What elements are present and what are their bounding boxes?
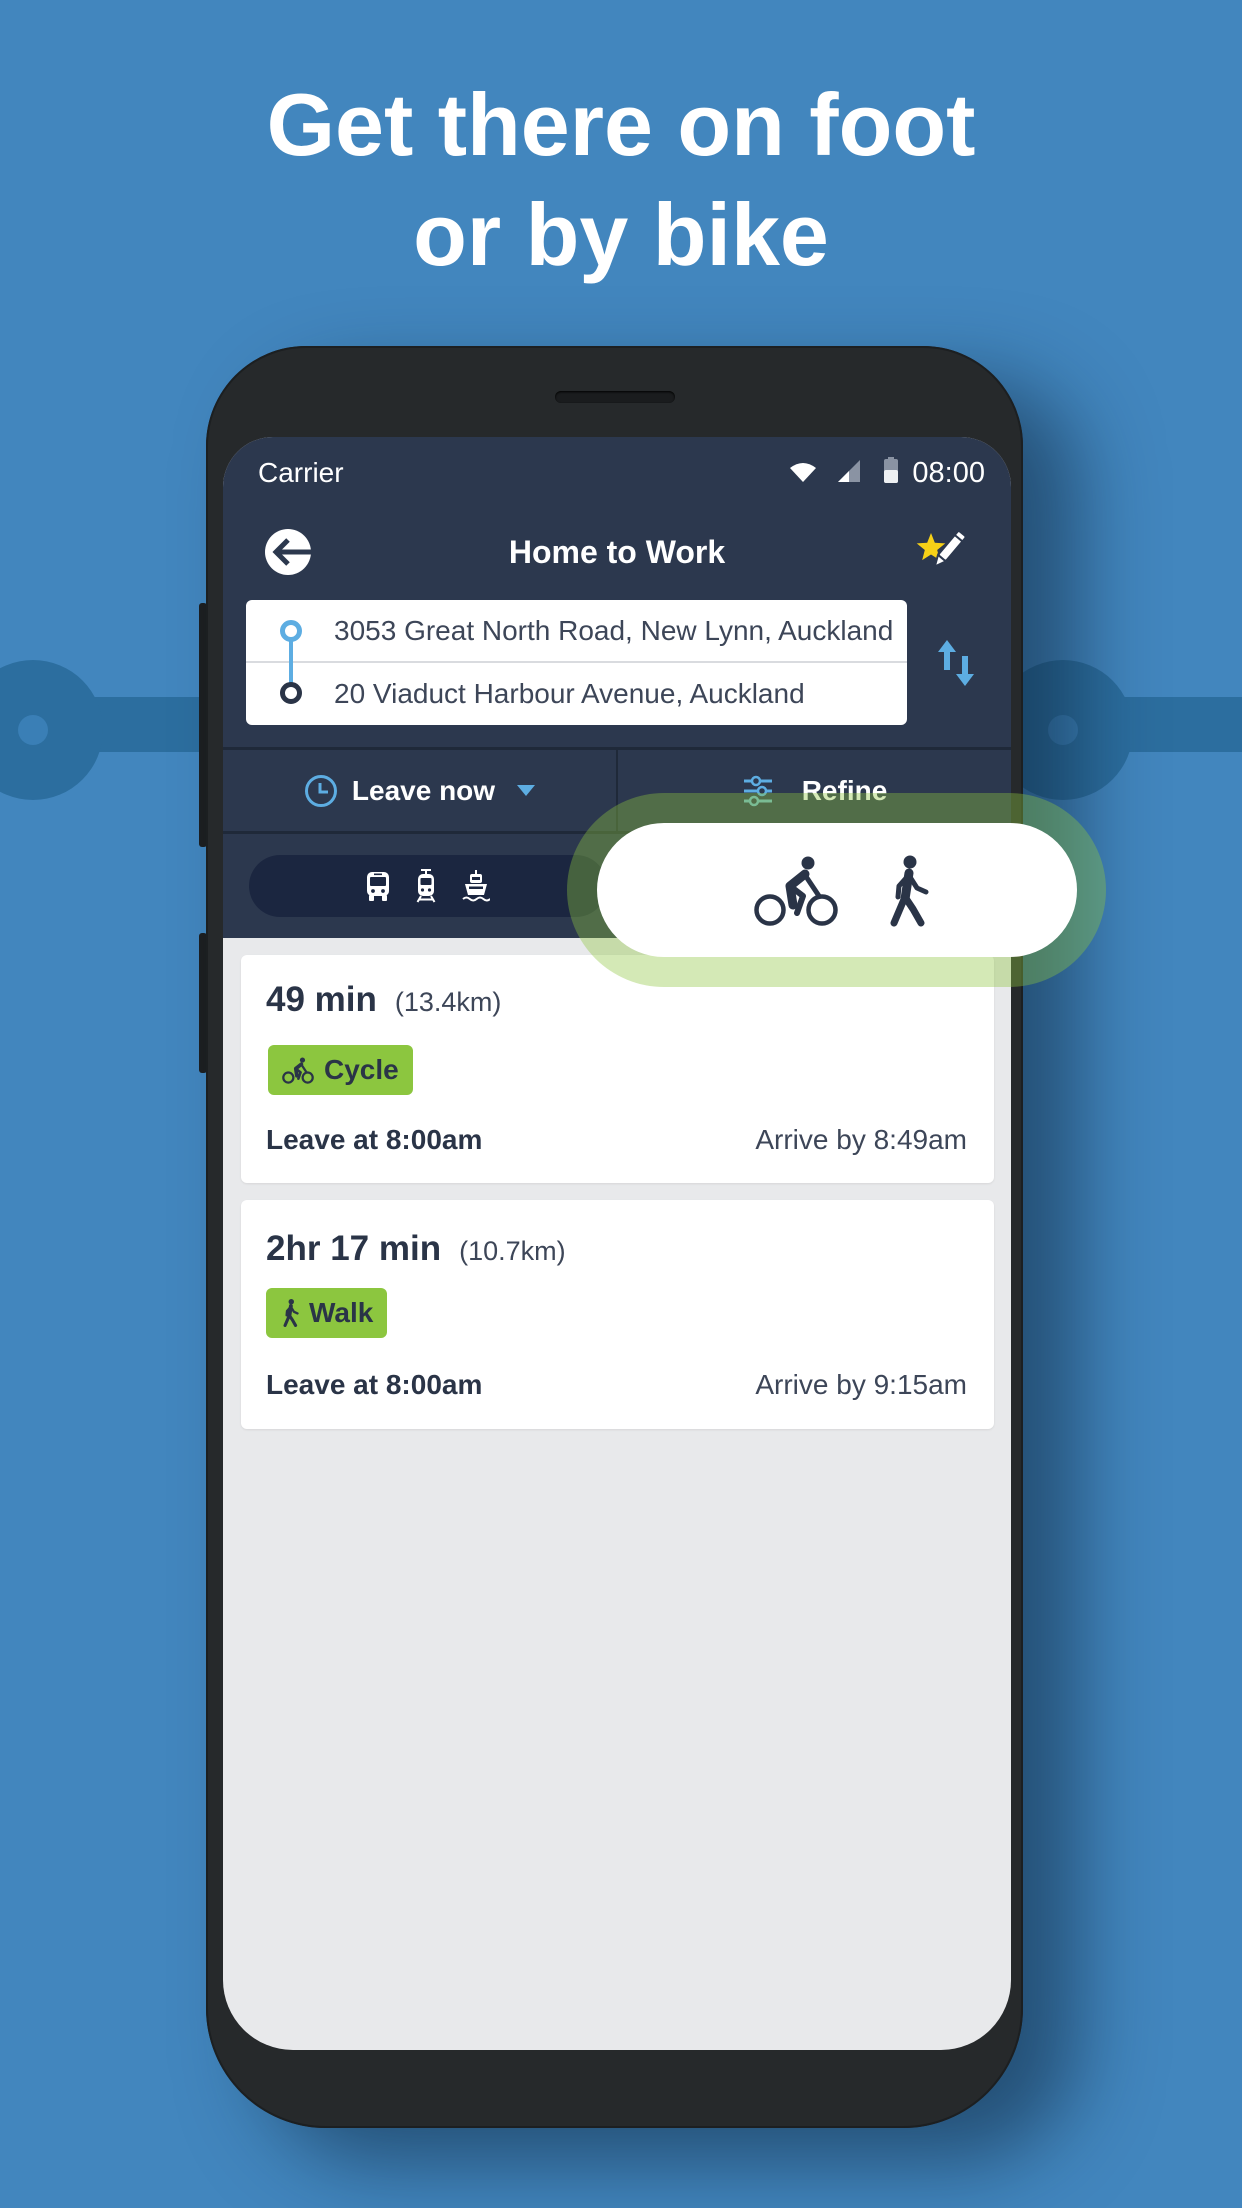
leave-time: Leave at 8:00am [266, 1124, 483, 1155]
mode-badge-label: Walk [309, 1297, 374, 1328]
title-bar: Home to Work [223, 516, 1011, 588]
star-pencil-icon [916, 530, 967, 569]
journey-duration: 49 min [266, 980, 377, 1019]
chevron-down-icon [517, 784, 536, 796]
battery-icon [884, 456, 899, 490]
cell-signal-icon [838, 457, 861, 489]
journey-duration: 2hr 17 min [266, 1229, 442, 1268]
wifi-icon [790, 457, 817, 489]
journey-summary: 2hr 17 min (10.7km) [266, 1226, 566, 1272]
status-icons: 08:00 [790, 456, 985, 490]
journey-summary: 49 min (13.4km) [266, 977, 501, 1023]
carrier-label: Carrier [258, 457, 344, 488]
journey-distance: (13.4km) [394, 987, 502, 1017]
mode-badge-label: Cycle [324, 1054, 399, 1085]
mode-badge: Walk [266, 1288, 388, 1338]
headline-line-1: Get there on foot [266, 75, 976, 174]
bus-icon [367, 872, 389, 901]
destination-field[interactable]: 20 Viaduct Harbour Avenue, Auckland [246, 663, 907, 725]
walking-icon [283, 1299, 299, 1327]
leave-time: Leave at 8:00am [266, 1369, 483, 1400]
journey-distance: (10.7km) [459, 1236, 566, 1266]
active-modes-toggle[interactable] [597, 823, 1077, 957]
swap-route-button[interactable] [938, 640, 974, 686]
train-icon [416, 869, 436, 903]
ferry-icon [462, 870, 490, 902]
status-bar: Carrier 08:00 [223, 437, 1011, 509]
mode-badge: Cycle [268, 1045, 413, 1095]
leave-now-label: Leave now [351, 774, 496, 806]
decor-route-stop-left [0, 660, 103, 800]
route-inputs: 3053 Great North Road, New Lynn, Aucklan… [246, 600, 907, 725]
phone-speaker [555, 391, 675, 403]
journey-result-card[interactable]: 49 min (13.4km) Cycle Leave at 8:00am Arr… [241, 955, 994, 1183]
swap-arrows-icon [938, 640, 974, 686]
origin-field[interactable]: 3053 Great North Road, New Lynn, Aucklan… [246, 600, 907, 663]
journey-times: Leave at 8:00am Arrive by 9:15am [266, 1365, 967, 1405]
walking-icon [890, 855, 929, 927]
bicycle-icon [282, 1056, 314, 1084]
decor-stop-hole [18, 715, 48, 745]
headline: Get there on foot or by bike [0, 70, 1242, 290]
transit-modes-toggle[interactable] [249, 855, 607, 917]
origin-marker-icon [280, 620, 302, 642]
arrive-time: Arrive by 9:15am [755, 1369, 967, 1400]
leave-now-dropdown[interactable]: Leave now [223, 750, 616, 831]
headline-line-2: or by bike [413, 185, 829, 284]
page-title: Home to Work [508, 534, 726, 570]
journey-times: Leave at 8:00am Arrive by 8:49am [266, 1120, 967, 1160]
bicycle-icon [754, 856, 838, 926]
journey-result-card[interactable]: 2hr 17 min (10.7km) Walk Leave at 8:00am … [241, 1200, 994, 1429]
arrive-time: Arrive by 8:49am [755, 1124, 967, 1155]
destination-marker-icon [280, 682, 302, 704]
clock-time: 08:00 [912, 456, 985, 489]
edit-favourite-button[interactable] [913, 526, 967, 578]
decor-stop-hole [1048, 715, 1078, 745]
phone-screen: Carrier 08:00 Home to Work 3053 Great No… [223, 437, 1011, 2050]
clock-icon [304, 774, 337, 807]
phone-frame: Carrier 08:00 Home to Work 3053 Great No… [206, 346, 1023, 2128]
